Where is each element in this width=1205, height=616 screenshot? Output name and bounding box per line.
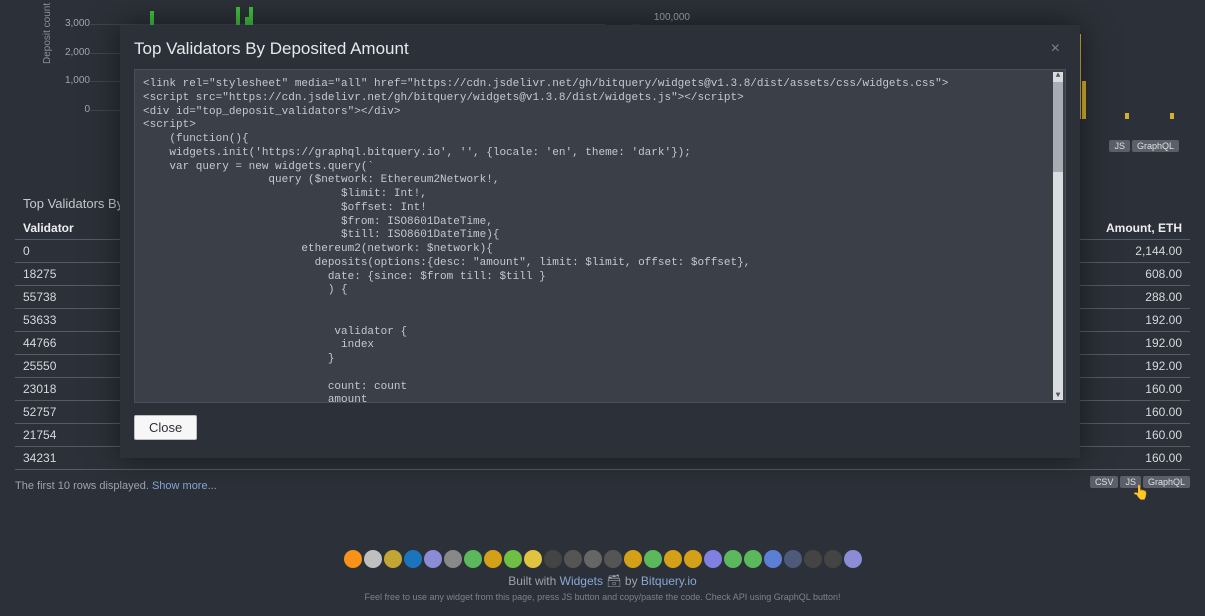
coin-icon[interactable]	[564, 550, 582, 568]
page-footer: Built with Widgets 🗃 by Bitquery.io Feel…	[0, 544, 1205, 616]
coin-icon[interactable]	[704, 550, 722, 568]
built-by: by	[622, 574, 641, 588]
code-content: <link rel="stylesheet" media="all" href=…	[143, 78, 948, 403]
coin-icon[interactable]	[824, 550, 842, 568]
widgets-link[interactable]: Widgets	[560, 574, 603, 588]
coin-icon[interactable]	[764, 550, 782, 568]
coin-icon[interactable]	[584, 550, 602, 568]
badge-js[interactable]: JS	[1109, 140, 1130, 152]
chart-bar	[1125, 113, 1129, 119]
coin-icon[interactable]	[844, 550, 862, 568]
coin-icon[interactable]	[544, 550, 562, 568]
coin-icon[interactable]	[504, 550, 522, 568]
badge-graphql[interactable]: GraphQL	[1132, 140, 1179, 152]
modal-close-x[interactable]: ×	[1045, 39, 1066, 59]
chart-badges: JS GraphQL	[1109, 140, 1179, 152]
coin-icon[interactable]	[404, 550, 422, 568]
modal-title: Top Validators By Deposited Amount	[134, 39, 409, 59]
ytick-label: 100,000	[642, 12, 690, 23]
footer-text: The first 10 rows displayed.	[15, 480, 152, 492]
built-prefix: Built with	[508, 574, 559, 588]
scrollbar-thumb[interactable]	[1053, 82, 1063, 172]
coin-icon[interactable]	[444, 550, 462, 568]
badge-js-table[interactable]: JS	[1120, 476, 1141, 488]
chart-bar	[1170, 113, 1174, 119]
ytick-label: 2,000	[50, 47, 90, 58]
badge-graphql-table[interactable]: GraphQL	[1143, 476, 1190, 488]
ytick-label: 3,000	[50, 18, 90, 29]
coin-icon[interactable]	[484, 550, 502, 568]
ytick-label: 0	[50, 104, 90, 115]
coin-icon[interactable]	[684, 550, 702, 568]
ytick-label: 1,000	[50, 75, 90, 86]
coin-icon[interactable]	[644, 550, 662, 568]
coin-icon[interactable]	[424, 550, 442, 568]
scrollbar-track[interactable]: ▲▼	[1053, 72, 1063, 400]
coin-icon[interactable]	[524, 550, 542, 568]
coin-icon[interactable]	[364, 550, 382, 568]
coin-icon[interactable]	[664, 550, 682, 568]
coin-icon[interactable]	[344, 550, 362, 568]
close-button[interactable]: Close	[134, 415, 197, 440]
scroll-down-icon[interactable]: ▼	[1054, 392, 1062, 400]
coin-icon[interactable]	[724, 550, 742, 568]
coin-icon[interactable]	[804, 550, 822, 568]
coin-icon[interactable]	[604, 550, 622, 568]
fine-print: Feel free to use any widget from this pa…	[0, 592, 1205, 602]
coin-icon[interactable]	[624, 550, 642, 568]
chart-bar	[1082, 81, 1086, 119]
scroll-up-icon[interactable]: ▲	[1054, 72, 1062, 80]
bitquery-link[interactable]: Bitquery.io	[641, 574, 697, 588]
badge-csv[interactable]: CSV	[1090, 476, 1119, 488]
coin-icon[interactable]	[784, 550, 802, 568]
show-more-link[interactable]: Show more...	[152, 480, 217, 492]
github-icon: 🗃	[606, 574, 621, 588]
code-modal: Top Validators By Deposited Amount × <li…	[120, 25, 1080, 458]
table-footer: The first 10 rows displayed. Show more..…	[15, 470, 1190, 492]
coin-icon[interactable]	[744, 550, 762, 568]
code-textarea[interactable]: <link rel="stylesheet" media="all" href=…	[134, 69, 1066, 403]
coin-icon[interactable]	[464, 550, 482, 568]
built-with-line: Built with Widgets 🗃 by Bitquery.io	[0, 574, 1205, 588]
coin-icon-row	[0, 550, 1205, 568]
coin-icon[interactable]	[384, 550, 402, 568]
